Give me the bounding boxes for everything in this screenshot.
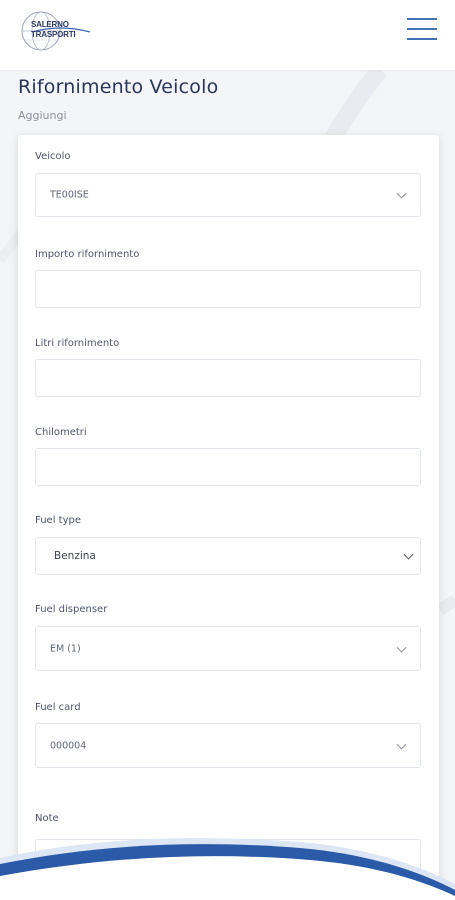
chevron-down-icon bbox=[396, 739, 407, 750]
fuel-type-select-value: Benzina bbox=[54, 550, 96, 562]
hamburger-menu-icon[interactable] bbox=[407, 18, 439, 48]
fuel-type-select[interactable]: Benzina bbox=[35, 537, 421, 575]
vehicle-select-value: TE00ISE bbox=[50, 189, 89, 201]
menu-bar-2 bbox=[407, 28, 437, 30]
refuel-form-card: Veicolo TE00ISE Importo rifornimento Lit… bbox=[18, 135, 439, 899]
menu-bar-1 bbox=[407, 18, 437, 20]
liters-label: Litri rifornimento bbox=[35, 338, 120, 349]
amount-input[interactable] bbox=[35, 270, 421, 308]
menu-bar-3 bbox=[407, 38, 437, 40]
salerno-trasporti-logo[interactable]: SALERNO TRASPORTI bbox=[20, 10, 95, 52]
fuel-type-label: Fuel type bbox=[35, 515, 81, 526]
km-input[interactable] bbox=[35, 448, 421, 486]
note-label: Note bbox=[35, 813, 59, 824]
fuel-card-select-value: 000004 bbox=[50, 740, 87, 751]
amount-label: Importo rifornimento bbox=[35, 249, 140, 260]
chevron-down-icon bbox=[403, 549, 414, 560]
fuel-card-label: Fuel card bbox=[35, 702, 81, 713]
page-header: Rifornimento Veicolo Aggiungi bbox=[18, 76, 218, 122]
logo-text-line1: SALERNO bbox=[31, 20, 69, 29]
top-navigation-bar: SALERNO TRASPORTI bbox=[0, 0, 455, 70]
chevron-down-icon bbox=[396, 188, 407, 199]
page-title: Rifornimento Veicolo bbox=[18, 76, 219, 98]
km-label: Chilometri bbox=[35, 427, 87, 438]
footer-wave-decoration bbox=[0, 838, 455, 900]
liters-input[interactable] bbox=[35, 359, 421, 397]
logo-text-line2: TRASPORTI bbox=[31, 30, 76, 39]
fuel-dispenser-select[interactable]: EM (1) bbox=[35, 626, 421, 671]
fuel-dispenser-label: Fuel dispenser bbox=[35, 604, 108, 615]
vehicle-select[interactable]: TE00ISE bbox=[35, 173, 421, 217]
fuel-card-select[interactable]: 000004 bbox=[35, 723, 421, 768]
page-subtitle: Aggiungi bbox=[18, 109, 67, 122]
vehicle-label: Veicolo bbox=[35, 151, 71, 162]
fuel-dispenser-select-value: EM (1) bbox=[50, 643, 81, 654]
chevron-down-icon bbox=[396, 642, 407, 653]
